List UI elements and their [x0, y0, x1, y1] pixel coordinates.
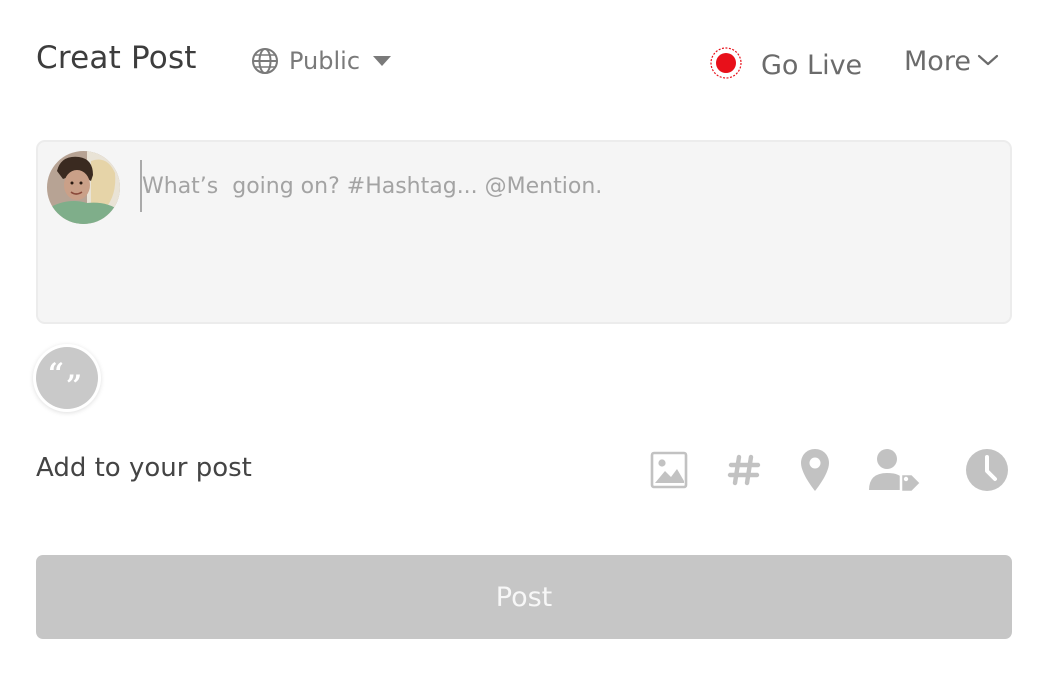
record-icon — [709, 46, 743, 84]
more-label: More — [904, 46, 971, 77]
svg-text:”: ” — [66, 369, 82, 391]
tag-people-button[interactable] — [867, 448, 923, 496]
tag-person-icon — [868, 448, 923, 496]
privacy-label: Public — [289, 47, 361, 75]
add-photo-button[interactable] — [648, 448, 690, 496]
location-pin-icon — [800, 448, 830, 496]
chevron-down-icon — [971, 52, 999, 71]
avatar[interactable] — [47, 151, 120, 224]
svg-text:“: “ — [48, 361, 64, 390]
post-text-input[interactable] — [140, 160, 1002, 212]
caret-down-icon — [373, 56, 392, 66]
add-location-button[interactable] — [797, 448, 833, 496]
schedule-post-button[interactable] — [964, 448, 1010, 496]
create-post-panel: Creat Post Public Go Live More What’s go… — [0, 0, 1047, 675]
globe-icon — [251, 47, 279, 75]
hashtag-icon — [727, 454, 761, 490]
image-icon — [650, 451, 688, 493]
add-to-post-label: Add to your post — [36, 453, 252, 483]
add-hashtag-button[interactable] — [724, 448, 764, 496]
privacy-selector[interactable]: Public — [251, 47, 392, 75]
clock-icon — [965, 448, 1009, 496]
go-live-label: Go Live — [761, 49, 863, 81]
more-menu-button[interactable]: More — [904, 46, 999, 77]
post-button[interactable]: Post — [36, 555, 1012, 639]
go-live-button[interactable]: Go Live — [709, 46, 862, 84]
quote-button[interactable]: “ ” — [36, 347, 98, 409]
page-title: Creat Post — [36, 40, 197, 76]
post-composer — [36, 140, 1012, 324]
quote-icon: “ ” — [44, 357, 90, 402]
